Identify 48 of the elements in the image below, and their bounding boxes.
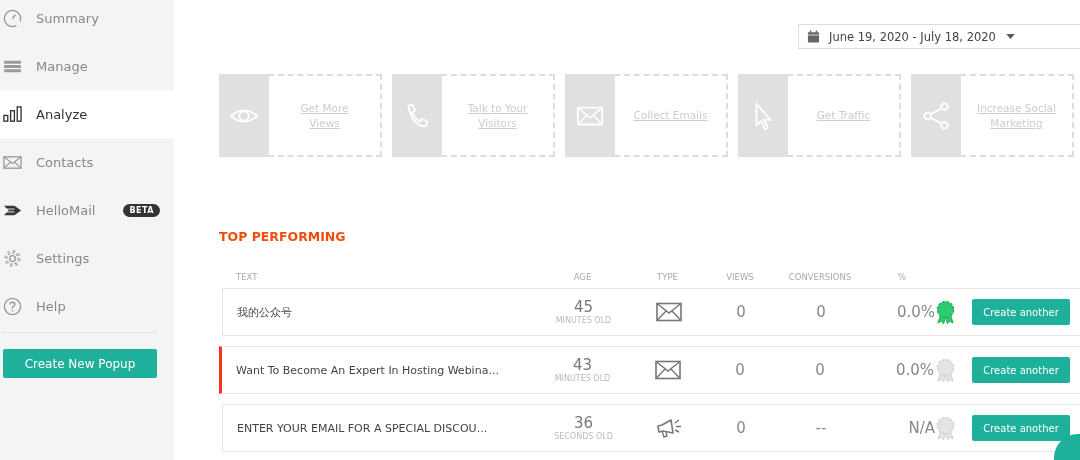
bar-chart-icon <box>3 104 22 124</box>
help-icon <box>3 296 22 316</box>
create-popup-button[interactable]: Create New Popup <box>3 349 157 378</box>
create-another-button[interactable]: Create another <box>972 357 1070 383</box>
age-value: 43 <box>572 357 593 374</box>
create-another-button[interactable]: Create another <box>972 415 1070 441</box>
popup-text: ENTER YOUR EMAIL FOR A SPECIAL DISCOU... <box>236 421 489 435</box>
section-title: TOP PERFORMING <box>219 229 347 244</box>
conversion-rate: 0.0% <box>895 303 935 321</box>
date-range-picker[interactable]: June 19, 2020 - July 18, 2020 <box>798 24 1080 49</box>
sidebar-item[interactable]: HelloMail BETA <box>0 186 174 234</box>
caret-icon <box>1005 34 1015 39</box>
column-header: AGE <box>572 272 593 282</box>
popup-text: Want To Become An Expert In Hosting Webina... <box>235 363 500 377</box>
age-value: 36 <box>573 415 594 432</box>
sidebar-item[interactable]: Settings <box>0 234 174 282</box>
sidebar-item[interactable]: Help <box>0 282 174 330</box>
age-unit: MINUTES OLD <box>554 373 611 383</box>
calendar-icon <box>807 30 820 43</box>
column-header: TEXT <box>235 272 259 282</box>
megaphone-icon <box>655 418 682 438</box>
sidebar-item[interactable]: Manage <box>0 42 174 90</box>
column-header: % <box>896 272 908 282</box>
create-another-button[interactable]: Create another <box>972 299 1070 325</box>
envelope-icon <box>655 302 682 322</box>
views-count: 0 <box>735 303 747 321</box>
column-header: VIEWS <box>725 272 755 282</box>
age-value: 45 <box>573 299 594 316</box>
sidebar-item[interactable]: Analyze <box>0 90 174 138</box>
views-count: 0 <box>734 361 746 379</box>
conversions-count: 0 <box>815 303 827 321</box>
sidebar-item[interactable]: Summary <box>0 0 174 42</box>
conversions-count: 0 <box>814 361 826 379</box>
popup-text: 我的公众号 <box>236 304 293 320</box>
beta-badge: BETA <box>123 203 160 217</box>
share-icon <box>921 100 951 131</box>
column-header: TYPE <box>656 272 679 282</box>
column-header: CONVERSIONS <box>787 272 853 282</box>
gauge-icon <box>3 8 22 28</box>
conversions-count: -- <box>814 419 828 437</box>
conversion-rate: N/A <box>907 419 935 437</box>
age-unit: MINUTES OLD <box>555 315 612 325</box>
envelope-icon <box>654 360 681 380</box>
settings-icon <box>3 248 22 268</box>
age-unit: SECONDS OLD <box>554 431 613 441</box>
views-count: 0 <box>735 419 747 437</box>
sidebar-item[interactable]: Contacts <box>0 138 174 186</box>
conversion-rate: 0.0% <box>894 361 934 379</box>
